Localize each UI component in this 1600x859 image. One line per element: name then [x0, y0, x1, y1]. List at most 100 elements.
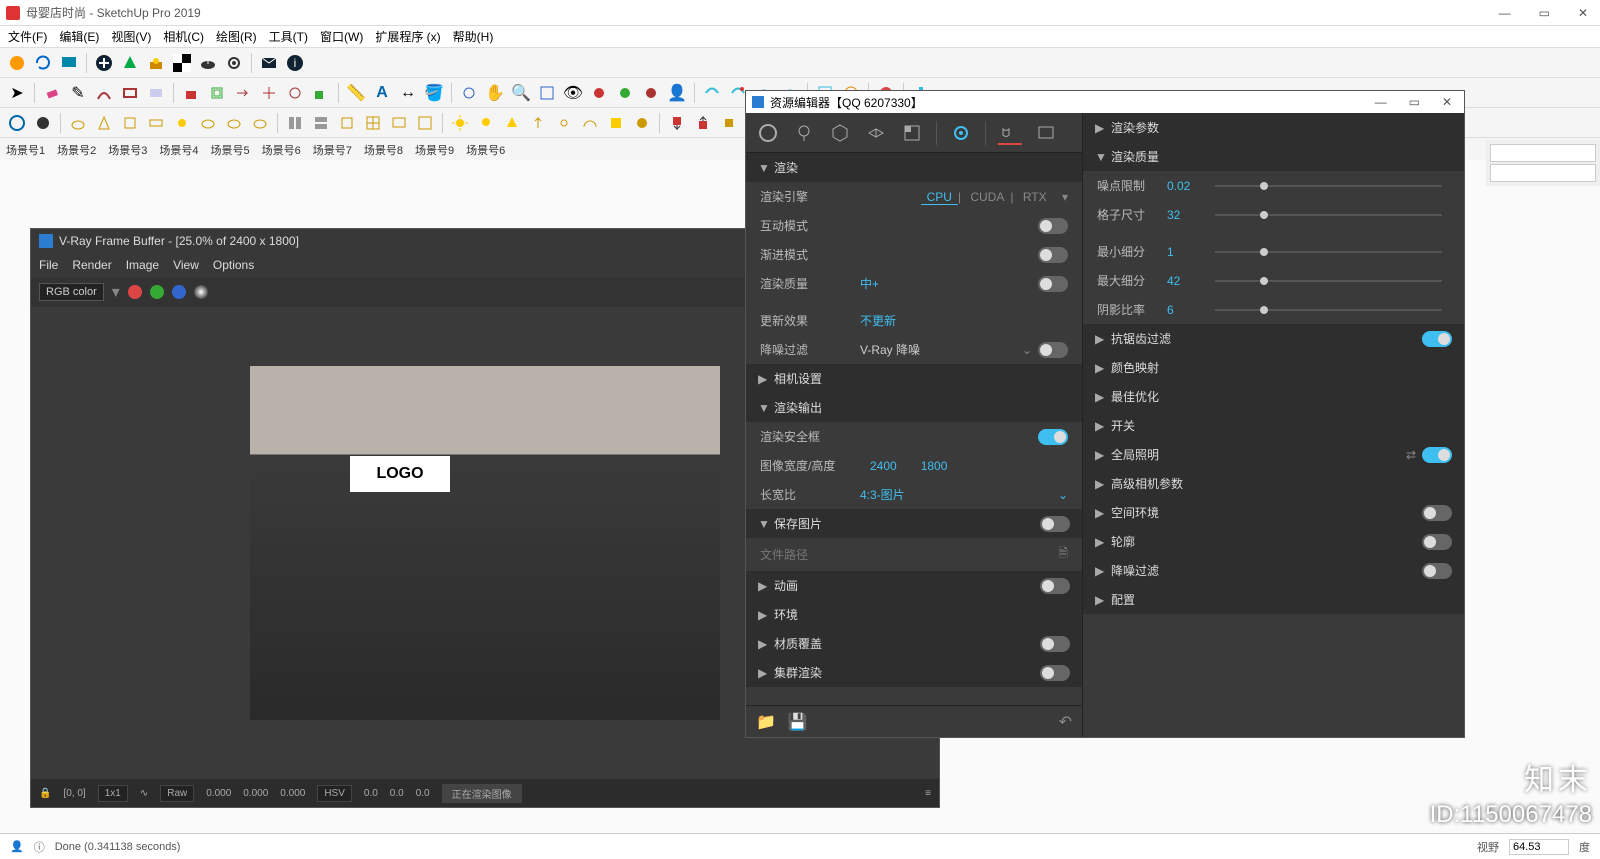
- progressive-toggle[interactable]: [1038, 247, 1068, 263]
- world-icon[interactable]: [6, 112, 28, 134]
- chevron-down-icon[interactable]: ⌄: [1022, 343, 1032, 357]
- scene-tab[interactable]: 场景号3: [108, 142, 147, 158]
- noise-limit-slider[interactable]: [1215, 185, 1442, 187]
- vray-render-icon[interactable]: [701, 82, 723, 104]
- cube-down-icon[interactable]: [666, 112, 688, 134]
- tape-icon[interactable]: 📏: [345, 82, 367, 104]
- cloud-up-icon[interactable]: [197, 52, 219, 74]
- person-icon[interactable]: 👤: [10, 840, 24, 853]
- vfb-raw[interactable]: Raw: [160, 785, 194, 802]
- image-height-input[interactable]: 1800: [921, 459, 948, 473]
- light-frame-icon[interactable]: [414, 112, 436, 134]
- vfb-green-channel-icon[interactable]: [150, 285, 164, 299]
- vfb-hsv-label[interactable]: HSV: [317, 785, 352, 802]
- light-layout2-icon[interactable]: [310, 112, 332, 134]
- arc-icon[interactable]: [93, 82, 115, 104]
- vfb-menu-file[interactable]: File: [39, 258, 58, 272]
- scene-tab[interactable]: 场景号2: [57, 142, 96, 158]
- cloud2-icon[interactable]: [197, 112, 219, 134]
- menu-camera[interactable]: 相机(C): [163, 28, 204, 45]
- section-denoise-r[interactable]: ▶降噪过滤: [1083, 556, 1464, 585]
- scene-tab[interactable]: 场景号1: [6, 142, 45, 158]
- vfb-channel-select[interactable]: RGB color: [39, 283, 104, 301]
- section-animation[interactable]: ▶动画: [746, 571, 1082, 600]
- frame-buffer-tab-icon[interactable]: [1034, 121, 1058, 145]
- pencil-icon[interactable]: ✎: [67, 82, 89, 104]
- render-elements-tab-icon[interactable]: [900, 121, 924, 145]
- render-tab-icon[interactable]: [998, 121, 1022, 145]
- scene-tab[interactable]: 场景号6: [466, 142, 505, 158]
- asset-minimize-button[interactable]: —: [1369, 93, 1393, 111]
- paint4-icon[interactable]: [640, 82, 662, 104]
- engine-rtx[interactable]: RTX: [1017, 190, 1053, 204]
- section-advcam[interactable]: ▶高级相机参数: [1083, 469, 1464, 498]
- info-icon[interactable]: i: [284, 52, 306, 74]
- light-screen-icon[interactable]: [388, 112, 410, 134]
- aa-toggle[interactable]: [1422, 331, 1452, 347]
- scene-tab[interactable]: 场景号8: [364, 142, 403, 158]
- chevron-down-icon[interactable]: ⌄: [1058, 488, 1068, 502]
- light-ies-icon[interactable]: [527, 112, 549, 134]
- engine-cpu[interactable]: CPU: [921, 190, 958, 205]
- side-tool-1[interactable]: [1490, 144, 1596, 162]
- bucket-slider[interactable]: [1215, 214, 1442, 216]
- section-save[interactable]: ▼保存图片: [746, 509, 1082, 538]
- denoise-r-toggle[interactable]: [1422, 563, 1452, 579]
- light-grid-icon[interactable]: [362, 112, 384, 134]
- surface-icon[interactable]: [145, 82, 167, 104]
- circle-icon[interactable]: [32, 112, 54, 134]
- light-bulb-icon[interactable]: [475, 112, 497, 134]
- scene-tab[interactable]: 场景号7: [313, 142, 352, 158]
- scene-tab[interactable]: 场景号9: [415, 142, 454, 158]
- materials-tab-icon[interactable]: [756, 121, 780, 145]
- paint3-icon[interactable]: [614, 82, 636, 104]
- contour-toggle[interactable]: [1422, 534, 1452, 550]
- section-switch[interactable]: ▶开关: [1083, 411, 1464, 440]
- settings-tab-icon[interactable]: [949, 121, 973, 145]
- offset-icon[interactable]: [206, 82, 228, 104]
- cloud4-icon[interactable]: [249, 112, 271, 134]
- close-button[interactable]: ✕: [1572, 4, 1594, 22]
- section-gi[interactable]: ▶全局照明⇄: [1083, 440, 1464, 469]
- vfb-menu-view[interactable]: View: [173, 258, 199, 272]
- checker-icon[interactable]: [171, 52, 193, 74]
- engine-dropdown-icon[interactable]: ▾: [1062, 190, 1068, 204]
- eye-icon[interactable]: 👁: [562, 82, 584, 104]
- section-render-params[interactable]: ▶渲染参数: [1083, 113, 1464, 142]
- zoom-ext-icon[interactable]: [536, 82, 558, 104]
- screen-icon[interactable]: [58, 52, 80, 74]
- safe-frame-toggle[interactable]: [1038, 429, 1068, 445]
- section-camera[interactable]: ▶相机设置: [746, 364, 1082, 393]
- menu-window[interactable]: 窗口(W): [320, 28, 363, 45]
- light-spot-icon[interactable]: [501, 112, 523, 134]
- section-swarm[interactable]: ▶集群渲染: [746, 658, 1082, 687]
- denoise-toggle[interactable]: [1038, 342, 1068, 358]
- folder-open-icon[interactable]: 📁: [756, 712, 776, 732]
- light-rect-icon[interactable]: [336, 112, 358, 134]
- cube-up-icon[interactable]: [692, 112, 714, 134]
- maximize-button[interactable]: ▭: [1533, 4, 1556, 22]
- menu-tools[interactable]: 工具(T): [269, 28, 308, 45]
- light-dome-icon[interactable]: [579, 112, 601, 134]
- view-input[interactable]: [1509, 839, 1569, 855]
- dimension-icon[interactable]: ↔: [397, 82, 419, 104]
- vfb-scale[interactable]: 1x1: [98, 785, 128, 802]
- section-config[interactable]: ▶配置: [1083, 585, 1464, 614]
- vfb-mono-channel-icon[interactable]: [194, 285, 208, 299]
- paint-icon[interactable]: 🪣: [423, 82, 445, 104]
- vfb-menu-image[interactable]: Image: [126, 258, 159, 272]
- section-render[interactable]: ▼渲染: [746, 153, 1082, 182]
- gear-icon[interactable]: [223, 52, 245, 74]
- noise-limit-input[interactable]: 0.02: [1167, 179, 1207, 193]
- geometry-tab-icon[interactable]: [828, 121, 852, 145]
- gi-toggle[interactable]: [1422, 447, 1452, 463]
- light-sphere-icon[interactable]: [631, 112, 653, 134]
- cloud3-icon[interactable]: [223, 112, 245, 134]
- shading-input[interactable]: 6: [1167, 303, 1207, 317]
- menu-file[interactable]: 文件(F): [8, 28, 47, 45]
- pushpull-icon[interactable]: [180, 82, 202, 104]
- section-envspace[interactable]: ▶空间环境: [1083, 498, 1464, 527]
- teapot-icon[interactable]: [67, 112, 89, 134]
- section-output[interactable]: ▼渲染输出: [746, 393, 1082, 422]
- section-colormap[interactable]: ▶颜色映射: [1083, 353, 1464, 382]
